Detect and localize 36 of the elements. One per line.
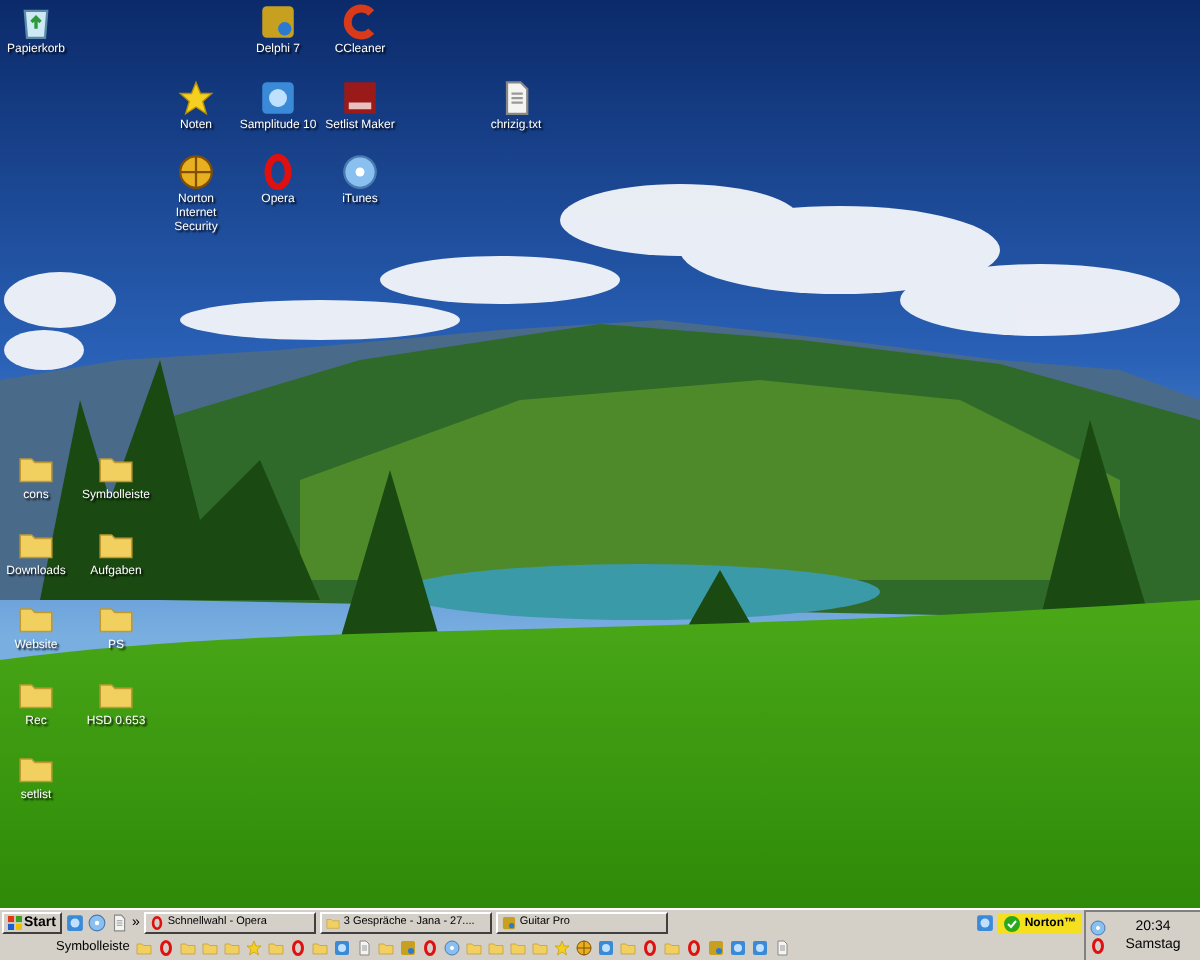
disc-icon: [87, 914, 106, 932]
ring-icon: [685, 940, 702, 956]
ring-icon: [289, 940, 306, 956]
tile-icon: [260, 79, 296, 115]
tile-icon: [707, 940, 724, 956]
tile-icon: [976, 914, 995, 932]
tile-icon: [751, 940, 768, 956]
tile-icon: [399, 940, 416, 956]
recycle-bin-icon: [18, 4, 54, 40]
globe-icon: [575, 940, 592, 956]
tile-icon: [260, 4, 296, 40]
disc-icon: [1090, 919, 1106, 935]
document-icon: [773, 940, 790, 956]
folder-icon: [377, 940, 394, 956]
folder-icon: [267, 940, 284, 956]
tile-icon: [342, 79, 378, 115]
tile-icon: [333, 940, 350, 956]
folder-icon: [135, 940, 152, 956]
ring-icon: [1090, 937, 1106, 953]
tile-icon: [501, 916, 516, 930]
windows-logo-icon: [8, 916, 22, 930]
folder-icon: [619, 940, 636, 956]
checkmark-icon: [1004, 915, 1021, 931]
swirl-icon: [342, 4, 378, 40]
tile-icon: [597, 940, 614, 956]
document-icon: [355, 940, 372, 956]
folder-icon: [663, 940, 680, 956]
document-icon: [109, 914, 128, 932]
ring-icon: [421, 940, 438, 956]
tile-icon: [729, 940, 746, 956]
ring-icon: [260, 154, 296, 190]
star-icon: [553, 940, 570, 956]
ring-icon: [641, 940, 658, 956]
star-icon: [245, 940, 262, 956]
tile-icon: [65, 914, 84, 932]
star-icon: [178, 79, 214, 115]
